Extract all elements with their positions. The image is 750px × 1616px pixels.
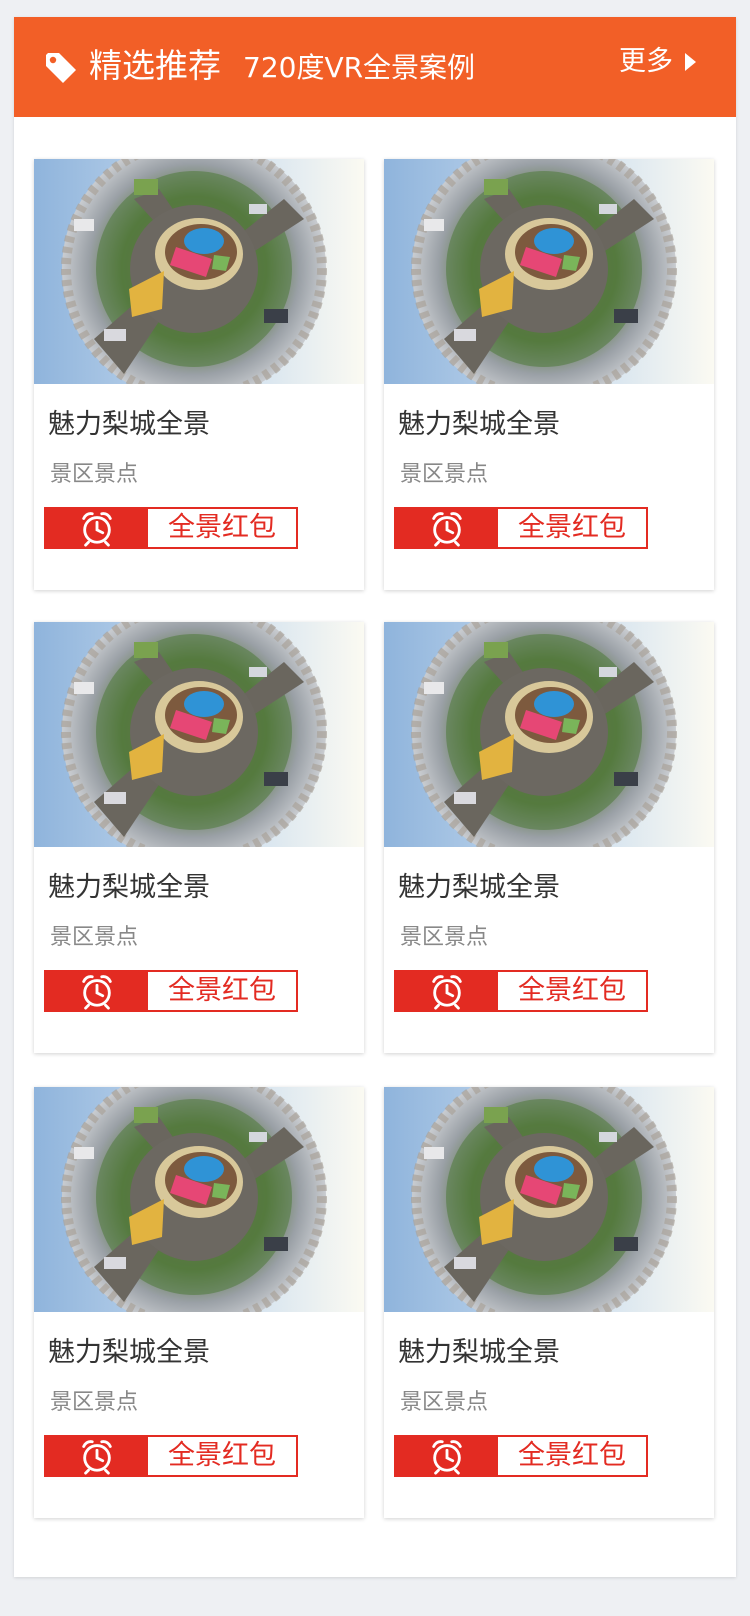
card-category: 景区景点 xyxy=(400,925,489,950)
alarm-clock-icon xyxy=(428,972,466,1010)
badge-label: 全景红包 xyxy=(168,1440,276,1471)
case-card[interactable]: 魅力梨城全景 景区景点 全景红包 xyxy=(34,622,364,1053)
badge-label: 全景红包 xyxy=(518,512,626,543)
badge-label: 全景红包 xyxy=(168,512,276,543)
case-card[interactable]: 魅力梨城全景 景区景点 全景红包 xyxy=(34,159,364,590)
card-title: 魅力梨城全景 xyxy=(398,409,560,440)
card-category: 景区景点 xyxy=(50,925,139,950)
section-title: 精选推荐 xyxy=(89,46,221,85)
badge-icon-box xyxy=(46,509,148,547)
panorama-thumbnail xyxy=(34,622,364,847)
alarm-clock-icon xyxy=(78,509,116,547)
badge-label: 全景红包 xyxy=(518,1440,626,1471)
caret-right-icon xyxy=(685,53,696,71)
case-card[interactable]: 魅力梨城全景 景区景点 全景红包 xyxy=(384,1087,714,1518)
case-card[interactable]: 魅力梨城全景 景区景点 全景红包 xyxy=(384,159,714,590)
badge-icon-box xyxy=(396,1437,498,1475)
section-header: 精选推荐 720度VR全景案例 更多 xyxy=(14,17,736,117)
card-category: 景区景点 xyxy=(400,462,489,487)
more-link[interactable]: 更多 xyxy=(619,41,696,83)
more-label: 更多 xyxy=(619,46,673,77)
red-packet-badge[interactable]: 全景红包 xyxy=(44,1435,298,1477)
recommend-panel: 精选推荐 720度VR全景案例 更多 魅力梨城全景 景区景点 全景红包 魅力梨城… xyxy=(14,17,736,1577)
card-title: 魅力梨城全景 xyxy=(398,1337,560,1368)
red-packet-badge[interactable]: 全景红包 xyxy=(394,1435,648,1477)
card-title: 魅力梨城全景 xyxy=(48,872,210,903)
card-category: 景区景点 xyxy=(50,1390,139,1415)
alarm-clock-icon xyxy=(78,972,116,1010)
alarm-clock-icon xyxy=(428,1437,466,1475)
badge-icon-box xyxy=(46,1437,148,1475)
alarm-clock-icon xyxy=(428,509,466,547)
card-category: 景区景点 xyxy=(50,462,139,487)
section-subtitle: 720度VR全景案例 xyxy=(243,51,476,84)
card-title: 魅力梨城全景 xyxy=(48,1337,210,1368)
panorama-thumbnail xyxy=(384,159,714,384)
card-title: 魅力梨城全景 xyxy=(48,409,210,440)
red-packet-badge[interactable]: 全景红包 xyxy=(394,507,648,549)
tag-icon xyxy=(46,53,76,83)
panorama-thumbnail xyxy=(34,159,364,384)
card-category: 景区景点 xyxy=(400,1390,489,1415)
red-packet-badge[interactable]: 全景红包 xyxy=(44,970,298,1012)
red-packet-badge[interactable]: 全景红包 xyxy=(44,507,298,549)
badge-icon-box xyxy=(396,972,498,1010)
case-card[interactable]: 魅力梨城全景 景区景点 全景红包 xyxy=(384,622,714,1053)
card-title: 魅力梨城全景 xyxy=(398,872,560,903)
badge-label: 全景红包 xyxy=(518,975,626,1006)
badge-label: 全景红包 xyxy=(168,975,276,1006)
red-packet-badge[interactable]: 全景红包 xyxy=(394,970,648,1012)
badge-icon-box xyxy=(46,972,148,1010)
badge-icon-box xyxy=(396,509,498,547)
case-card[interactable]: 魅力梨城全景 景区景点 全景红包 xyxy=(34,1087,364,1518)
alarm-clock-icon xyxy=(78,1437,116,1475)
panorama-thumbnail xyxy=(384,622,714,847)
panorama-thumbnail xyxy=(34,1087,364,1312)
panorama-thumbnail xyxy=(384,1087,714,1312)
